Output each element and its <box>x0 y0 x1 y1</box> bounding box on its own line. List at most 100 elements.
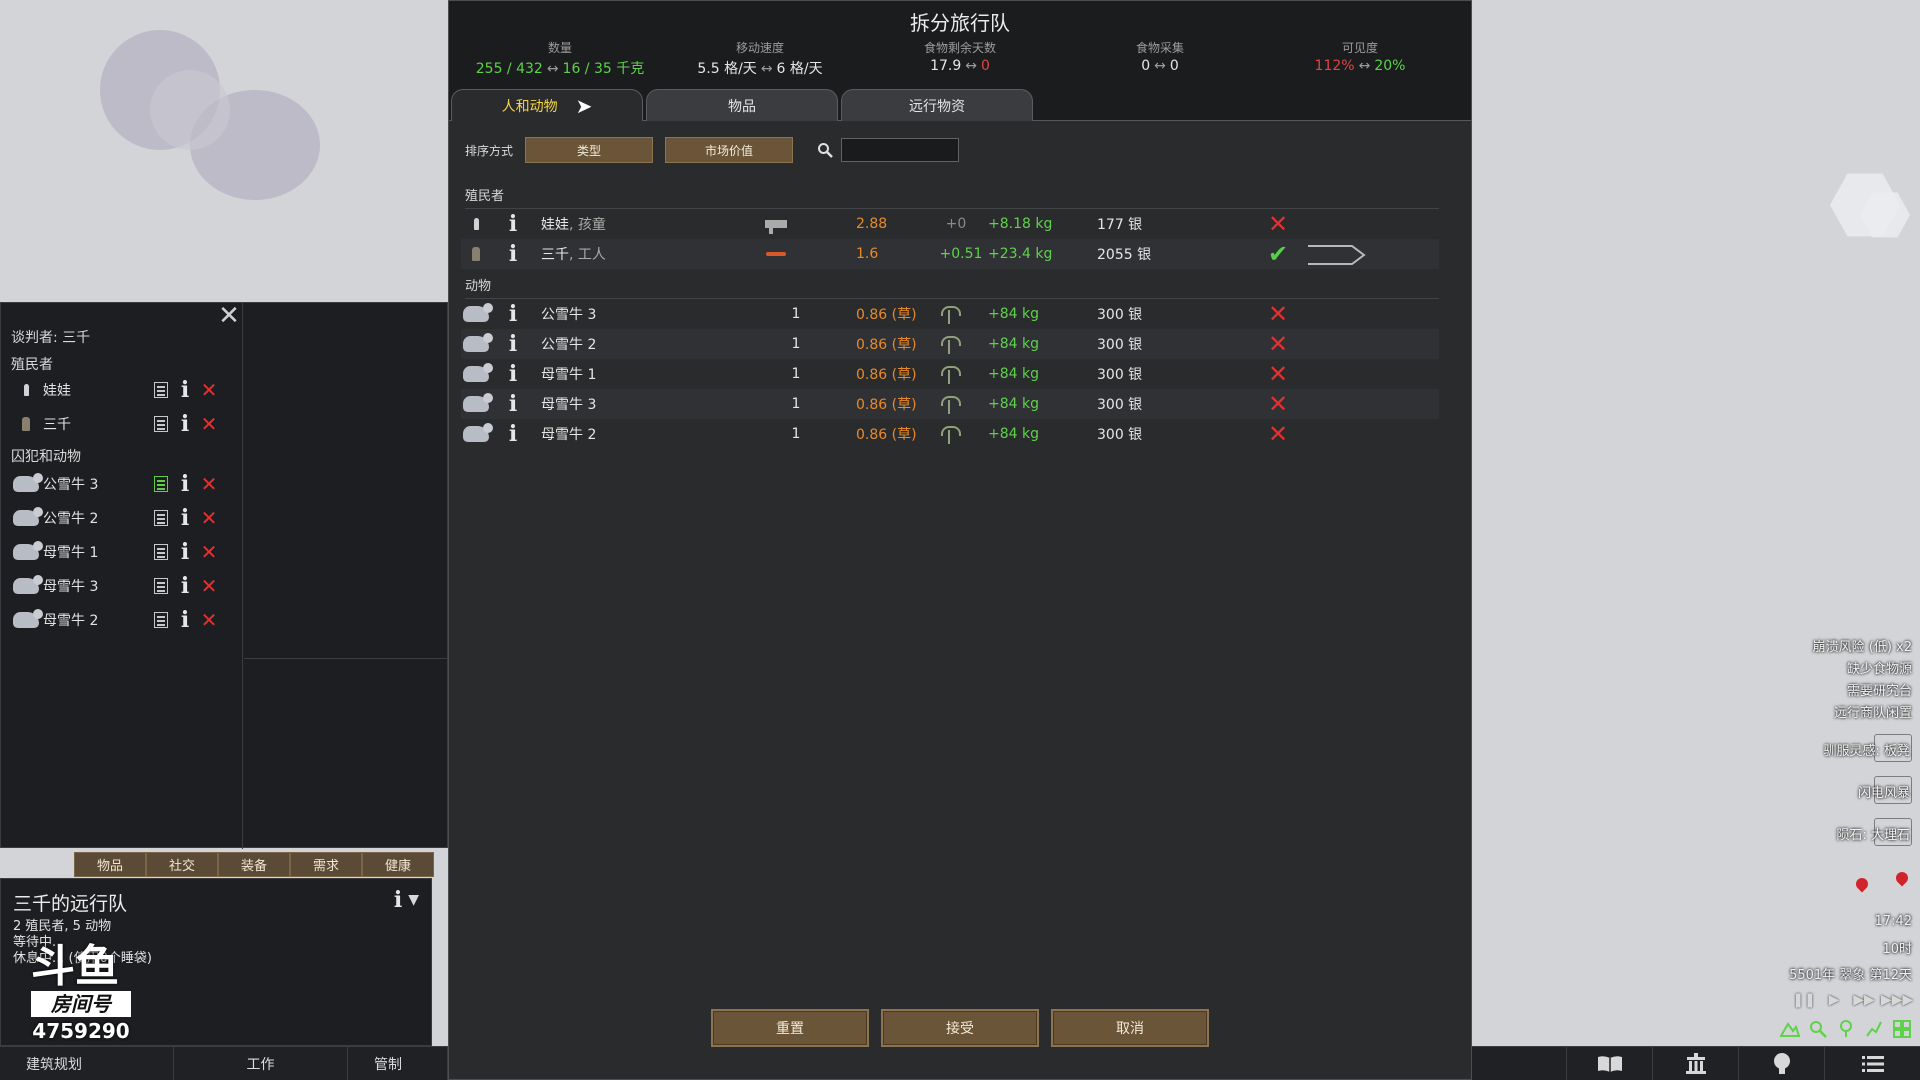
pawn-icon <box>461 247 491 261</box>
tab-health[interactable]: 健康 <box>362 852 434 877</box>
unselected-cross-icon[interactable]: ✕ <box>1263 392 1293 416</box>
tab-travel-supplies[interactable]: 远行物资 <box>841 89 1033 121</box>
table-row[interactable]: i 公雪牛 2 1 0.86 (草) +84 kg 300 银 ✕ <box>461 329 1439 359</box>
search-input[interactable] <box>841 138 960 162</box>
alert-item[interactable]: 崩溃风险 (低) x2 <box>1813 636 1912 655</box>
selected-check-icon[interactable]: ✔ <box>1263 242 1293 266</box>
info-icon[interactable]: i <box>175 575 195 597</box>
sort-by-type-button[interactable]: 类型 <box>525 137 654 163</box>
table-row[interactable]: i 母雪牛 2 1 0.86 (草) +84 kg 300 银 ✕ <box>461 419 1439 449</box>
info-icon[interactable]: i <box>175 507 195 529</box>
tab-gear-items[interactable]: 物品 <box>74 852 146 877</box>
unselected-cross-icon[interactable]: ✕ <box>1263 212 1293 236</box>
table-row[interactable]: i 三千, 工人 1.6 +0.51 +23.4 kg 2055 银 ✔ <box>461 239 1439 269</box>
tab-equipment[interactable]: 装备 <box>218 852 290 877</box>
terrain-mountain-icon[interactable] <box>1778 1018 1802 1040</box>
alert-item[interactable]: 远行商队闲置 <box>1834 702 1912 721</box>
info-icon[interactable]: i <box>503 393 523 415</box>
bio-icon[interactable] <box>151 609 171 631</box>
menu-list-icon[interactable] <box>1824 1047 1920 1080</box>
close-icon[interactable]: ✕ <box>216 303 242 329</box>
info-icon[interactable]: i <box>503 363 523 385</box>
list-item[interactable]: 公雪牛 3 i ✕ <box>9 469 219 499</box>
remove-icon[interactable]: ✕ <box>199 541 219 563</box>
cancel-button[interactable]: 取消 <box>1051 1009 1209 1047</box>
table-row[interactable]: i 母雪牛 3 1 0.86 (草) +84 kg 300 银 ✕ <box>461 389 1439 419</box>
market-value: 300 银 <box>1097 367 1143 383</box>
collapse-chevron-icon[interactable]: ▼ <box>408 892 419 908</box>
grass-sprout-icon <box>934 364 964 384</box>
superfast-icon[interactable]: ▶▶▶ <box>1881 990 1913 1010</box>
work-button[interactable]: 工作 <box>174 1047 348 1080</box>
path-icon[interactable] <box>1862 1018 1886 1040</box>
list-item[interactable]: 娃娃 i ✕ <box>9 375 219 405</box>
reset-button[interactable]: 重置 <box>711 1009 869 1047</box>
bio-icon[interactable] <box>151 413 171 435</box>
unselected-cross-icon[interactable]: ✕ <box>1263 362 1293 386</box>
unselected-cross-icon[interactable]: ✕ <box>1263 422 1293 446</box>
info-icon[interactable]: i <box>175 379 195 401</box>
stat-label: 食物剩余天数 <box>923 41 996 55</box>
bio-icon[interactable] <box>151 507 171 529</box>
alert-item[interactable]: 需要研究台 <box>1847 680 1912 699</box>
list-item[interactable]: 公雪牛 2 i ✕ <box>9 503 219 533</box>
info-icon[interactable]: i <box>503 423 523 445</box>
play-icon[interactable]: ▶ <box>1822 990 1846 1010</box>
transfer-arrow-icon[interactable] <box>1306 242 1366 266</box>
remove-icon[interactable]: ✕ <box>199 507 219 529</box>
remove-icon[interactable]: ✕ <box>199 609 219 631</box>
tab-pawns-animals[interactable]: 人和动物 ➤ <box>451 89 643 121</box>
market-value: 300 银 <box>1097 397 1143 413</box>
info-icon[interactable]: i <box>503 243 523 265</box>
info-icon[interactable]: i <box>175 609 195 631</box>
info-icon[interactable]: i <box>175 413 195 435</box>
tree-icon[interactable] <box>1834 1018 1858 1040</box>
accept-button[interactable]: 接受 <box>881 1009 1039 1047</box>
info-icon[interactable]: i <box>503 303 523 325</box>
table-row[interactable]: i 娃娃, 孩童 2.88 +0 +8.18 kg 177 银 ✕ <box>461 209 1439 239</box>
info-icon[interactable]: i <box>175 473 195 495</box>
remove-icon[interactable]: ✕ <box>199 575 219 597</box>
sort-by-market-value-button[interactable]: 市场价值 <box>665 137 794 163</box>
unselected-cross-icon[interactable]: ✕ <box>1263 332 1293 356</box>
pause-icon[interactable]: ❚❚ <box>1792 990 1816 1010</box>
caravan-negotiator-panel: 谈判者: 三千 殖民者 娃娃 i ✕ 三千 i ✕ 囚犯和动物 公雪牛 3 i … <box>0 302 449 849</box>
bio-icon[interactable] <box>151 473 171 495</box>
restrict-button[interactable]: 管制 <box>348 1047 448 1080</box>
unselected-cross-icon[interactable]: ✕ <box>1263 302 1293 326</box>
ideas-lightbulb-icon[interactable] <box>1738 1047 1824 1080</box>
magnify-icon[interactable] <box>1806 1018 1830 1040</box>
architect-button[interactable]: 建筑规划 <box>0 1047 174 1080</box>
list-item[interactable]: 母雪牛 3 i ✕ <box>9 571 219 601</box>
bio-icon[interactable] <box>151 379 171 401</box>
alert-item[interactable]: 缺少食物源 <box>1847 658 1912 677</box>
table-row[interactable]: i 母雪牛 1 1 0.86 (草) +84 kg 300 银 ✕ <box>461 359 1439 389</box>
info-icon[interactable]: i <box>503 333 523 355</box>
grid-icon[interactable] <box>1890 1018 1914 1040</box>
remove-icon[interactable]: ✕ <box>199 379 219 401</box>
pawn-name-text: 娃娃 <box>541 217 569 233</box>
dialog-header: 拆分旅行队 数量 255 / 432 ↔ 16 / 35 千克 移动速度 5.5 格… <box>449 1 1471 121</box>
list-item[interactable]: 母雪牛 1 i ✕ <box>9 537 219 567</box>
animal-count: 1 <box>791 366 801 382</box>
info-icon[interactable]: i <box>394 889 402 911</box>
history-book-icon[interactable] <box>1566 1047 1652 1080</box>
list-item[interactable]: 母雪牛 2 i ✕ <box>9 605 219 635</box>
remove-icon[interactable]: ✕ <box>199 473 219 495</box>
info-icon[interactable]: i <box>175 541 195 563</box>
bio-icon[interactable] <box>151 541 171 563</box>
factions-building-icon[interactable] <box>1652 1047 1738 1080</box>
map-pin-icon[interactable] <box>1893 869 1911 887</box>
split-caravan-dialog: 拆分旅行队 数量 255 / 432 ↔ 16 / 35 千克 移动速度 5.5 格… <box>448 0 1472 1080</box>
table-row[interactable]: i 公雪牛 3 1 0.86 (草) +84 kg 300 银 ✕ <box>461 299 1439 329</box>
map-pin-icon[interactable] <box>1853 875 1871 893</box>
tab-items[interactable]: 物品 <box>646 89 838 121</box>
remove-icon[interactable]: ✕ <box>199 413 219 435</box>
colonists-section-header: 殖民者 <box>465 185 1439 209</box>
fast-forward-icon[interactable]: ▶▶ <box>1852 990 1876 1010</box>
tab-social[interactable]: 社交 <box>146 852 218 877</box>
bio-icon[interactable] <box>151 575 171 597</box>
info-icon[interactable]: i <box>503 213 523 235</box>
tab-needs[interactable]: 需求 <box>290 852 362 877</box>
list-item[interactable]: 三千 i ✕ <box>9 409 219 439</box>
